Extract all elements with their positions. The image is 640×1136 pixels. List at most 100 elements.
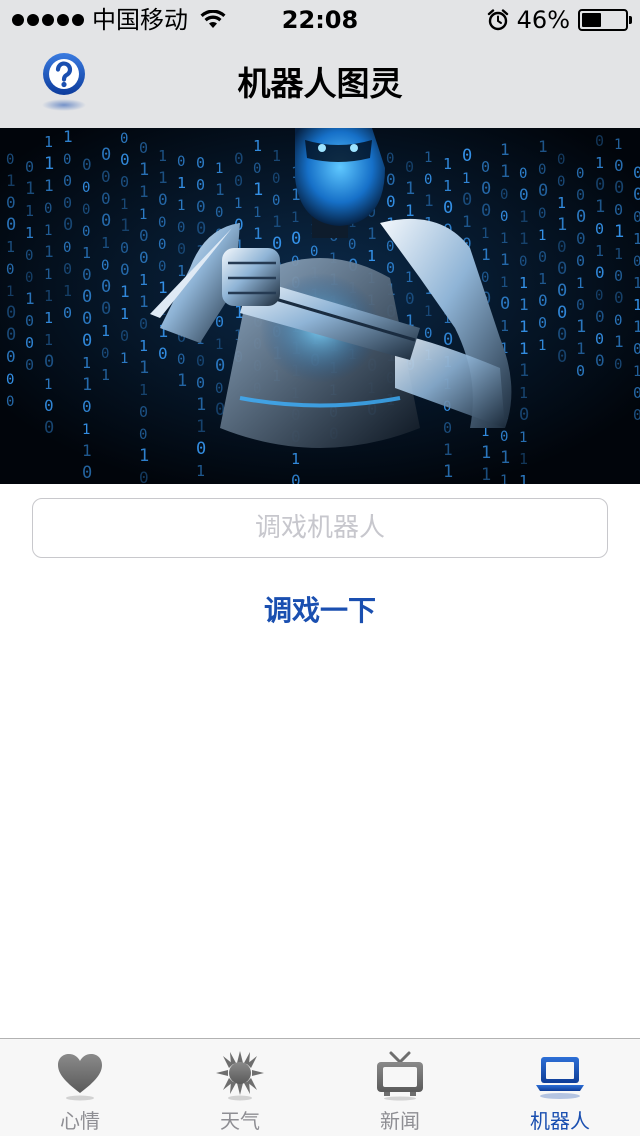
svg-text:1: 1: [614, 137, 622, 153]
svg-text:0: 0: [443, 330, 453, 350]
svg-text:1: 1: [215, 337, 223, 353]
svg-text:0: 0: [196, 197, 206, 216]
svg-text:0: 0: [519, 185, 529, 204]
svg-text:1: 1: [44, 242, 54, 261]
svg-text:1: 1: [595, 197, 605, 217]
tab-robot[interactable]: 机器人: [480, 1039, 640, 1136]
svg-text:0: 0: [120, 173, 129, 191]
svg-text:0: 0: [6, 193, 16, 212]
svg-text:0: 0: [120, 327, 129, 345]
svg-text:0: 0: [6, 347, 16, 366]
svg-text:0: 0: [405, 158, 414, 176]
svg-text:1: 1: [519, 361, 529, 381]
svg-text:0: 0: [253, 161, 261, 177]
svg-text:0: 0: [614, 267, 623, 285]
svg-text:0: 0: [6, 372, 14, 388]
svg-text:1: 1: [291, 210, 299, 226]
page-title: 机器人图灵: [237, 64, 403, 103]
svg-text:1: 1: [25, 179, 35, 199]
svg-text:0: 0: [633, 340, 640, 358]
svg-text:1: 1: [405, 179, 415, 199]
svg-text:1: 1: [253, 137, 262, 155]
tab-mood[interactable]: 心情: [0, 1039, 160, 1136]
svg-text:0: 0: [633, 163, 640, 182]
svg-text:0: 0: [158, 190, 168, 209]
svg-text:1: 1: [44, 154, 54, 174]
svg-text:0: 0: [63, 172, 72, 190]
svg-text:0: 0: [139, 468, 149, 484]
svg-text:0: 0: [25, 312, 34, 330]
svg-text:1: 1: [576, 317, 586, 337]
svg-text:0: 0: [557, 237, 567, 256]
svg-text:0: 0: [538, 291, 548, 310]
svg-text:1: 1: [139, 182, 149, 201]
svg-text:1: 1: [519, 295, 529, 314]
svg-text:0: 0: [82, 397, 92, 416]
svg-text:1: 1: [405, 201, 415, 220]
svg-text:0: 0: [139, 427, 147, 443]
svg-text:0: 0: [139, 139, 148, 157]
svg-text:1: 1: [82, 354, 91, 372]
svg-text:0: 0: [614, 313, 622, 329]
svg-text:0: 0: [557, 259, 567, 279]
svg-text:0: 0: [481, 179, 491, 199]
svg-text:1: 1: [196, 462, 205, 480]
svg-text:0: 0: [6, 394, 14, 410]
svg-text:1: 1: [500, 275, 508, 291]
svg-text:0: 0: [405, 289, 415, 308]
svg-text:1: 1: [500, 162, 510, 182]
svg-text:0: 0: [196, 483, 206, 484]
svg-text:1: 1: [500, 448, 510, 468]
svg-text:1: 1: [443, 177, 452, 195]
svg-text:0: 0: [576, 186, 585, 204]
svg-text:0: 0: [63, 240, 71, 256]
svg-text:0: 0: [63, 194, 72, 212]
tab-label-weather: 天气: [220, 1109, 260, 1133]
tab-label-robot: 机器人: [530, 1109, 590, 1133]
svg-text:0: 0: [595, 288, 603, 304]
svg-text:1: 1: [424, 150, 432, 166]
svg-text:1: 1: [614, 222, 624, 242]
svg-text:1: 1: [519, 430, 527, 446]
svg-text:1: 1: [82, 422, 90, 438]
tab-weather[interactable]: 天气: [160, 1039, 320, 1136]
chat-message-input[interactable]: [32, 498, 608, 558]
svg-text:0: 0: [538, 206, 546, 222]
svg-text:0: 0: [576, 166, 584, 182]
tease-robot-button[interactable]: 调戏一下: [220, 588, 420, 632]
svg-text:0: 0: [481, 158, 490, 176]
svg-text:0: 0: [63, 152, 71, 168]
svg-text:0: 0: [272, 171, 280, 187]
svg-text:1: 1: [253, 205, 261, 221]
svg-text:0: 0: [234, 149, 244, 168]
svg-text:1: 1: [500, 473, 508, 484]
laptop-icon: [534, 1049, 586, 1101]
svg-text:0: 0: [481, 201, 491, 221]
svg-text:1: 1: [139, 381, 148, 399]
svg-text:1: 1: [101, 234, 110, 252]
svg-text:0: 0: [557, 303, 567, 323]
svg-text:1: 1: [519, 229, 529, 248]
svg-text:0: 0: [595, 330, 604, 348]
svg-text:1: 1: [519, 472, 528, 484]
svg-text:0: 0: [196, 374, 205, 392]
svg-text:0: 0: [82, 287, 92, 307]
svg-text:1: 1: [139, 358, 149, 378]
svg-text:1: 1: [443, 155, 452, 173]
tab-news[interactable]: 新闻: [320, 1039, 480, 1136]
svg-text:0: 0: [424, 172, 432, 188]
svg-text:0: 0: [158, 237, 166, 253]
svg-text:0: 0: [158, 259, 166, 275]
svg-text:0: 0: [82, 265, 92, 284]
svg-text:1: 1: [272, 147, 281, 165]
svg-text:1: 1: [272, 212, 282, 231]
svg-text:1: 1: [462, 212, 472, 231]
svg-text:0: 0: [633, 185, 640, 205]
svg-text:0: 0: [6, 303, 16, 323]
svg-text:1: 1: [139, 337, 148, 355]
svg-text:0: 0: [576, 229, 586, 248]
svg-text:1: 1: [158, 278, 168, 297]
svg-text:1: 1: [44, 133, 53, 151]
svg-text:0: 0: [44, 396, 54, 415]
svg-text:0: 0: [291, 229, 301, 249]
